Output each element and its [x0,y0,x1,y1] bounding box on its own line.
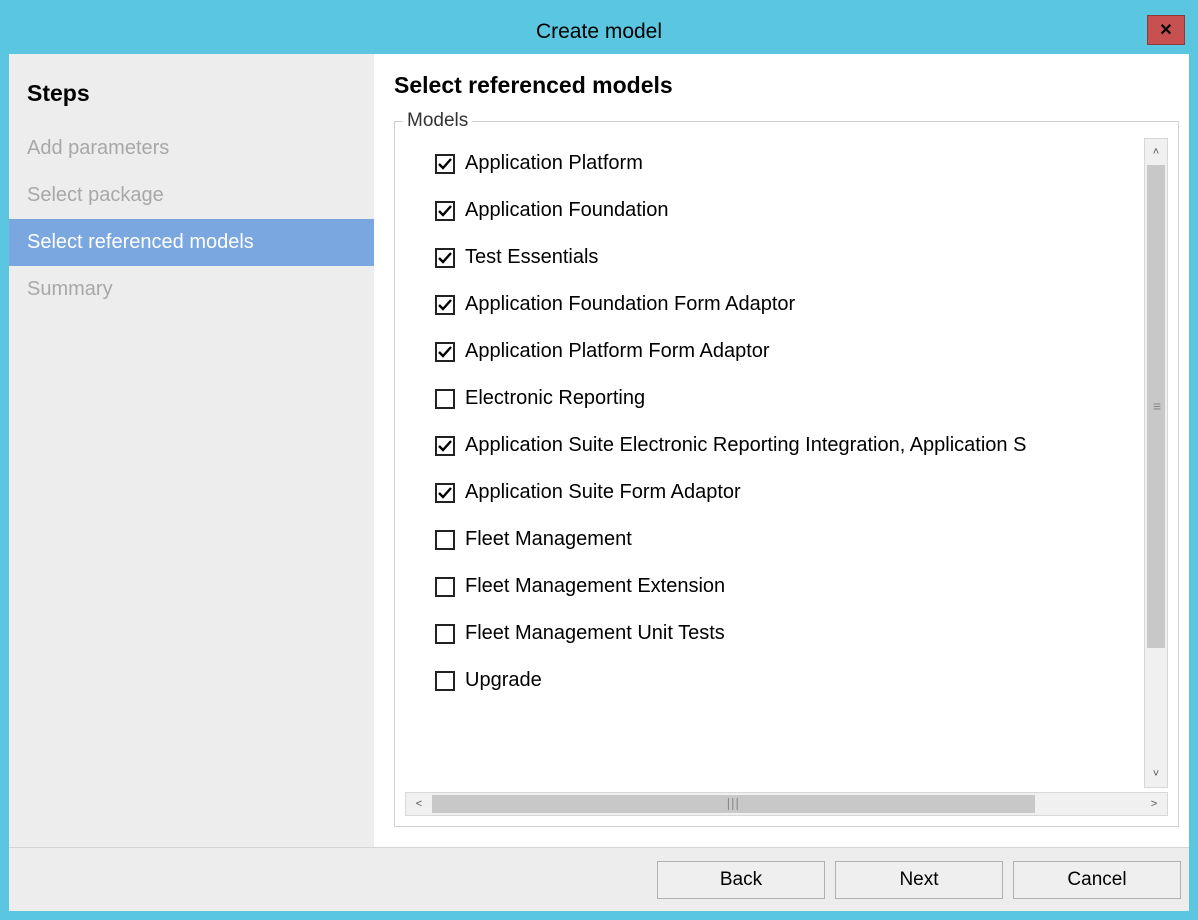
sidebar-step[interactable]: Summary [9,266,374,313]
model-row: Fleet Management Unit Tests [435,610,1144,657]
check-icon [437,485,453,501]
cancel-button[interactable]: Cancel [1013,861,1181,899]
check-icon [437,297,453,313]
chevron-up-icon: ˄ [1153,146,1159,158]
model-label: Application Platform Form Adaptor [465,340,770,363]
check-icon [437,344,453,360]
check-icon [437,438,453,454]
hscroll-track[interactable]: ||| [432,793,1141,815]
model-checkbox[interactable] [435,624,455,644]
model-row: Application Suite Form Adaptor [435,469,1144,516]
model-label: Upgrade [465,669,542,692]
chevron-down-icon: ˅ [1153,768,1159,780]
sidebar-title: Steps [9,72,374,125]
sidebar-step[interactable]: Select referenced models [9,219,374,266]
model-checkbox[interactable] [435,201,455,221]
sidebar-step-label: Select referenced models [27,231,254,253]
model-checkbox[interactable] [435,295,455,315]
model-label: Fleet Management [465,528,632,551]
dialog-footer: Back Next Cancel [9,847,1189,911]
chevron-right-icon: > [1151,798,1157,810]
chevron-left-icon: < [416,798,422,810]
model-row: Test Essentials [435,234,1144,281]
scroll-up-button[interactable]: ˄ [1145,139,1167,165]
sidebar-step-label: Select package [27,184,164,206]
titlebar: Create model ✕ [9,9,1189,54]
sidebar-step[interactable]: Select package [9,172,374,219]
model-label: Application Foundation Form Adaptor [465,293,795,316]
models-list-viewport: Application Platform Application Foundati… [405,138,1168,788]
horizontal-scrollbar[interactable]: < ||| > [405,792,1168,816]
check-icon [437,250,453,266]
model-row: Application Suite Electronic Reporting I… [435,422,1144,469]
model-label: Application Platform [465,152,643,175]
scroll-grip-icon: ≡ [1153,398,1159,414]
page-title: Select referenced models [394,72,1179,99]
vscroll-track[interactable]: ≡ [1145,165,1167,761]
main-panel: Select referenced models Models Applicat… [374,54,1189,847]
close-button[interactable]: ✕ [1147,15,1185,45]
scroll-grip-icon: ||| [727,796,740,811]
model-label: Application Foundation [465,199,668,222]
check-icon [437,203,453,219]
model-label: Fleet Management Extension [465,575,725,598]
model-row: Upgrade [435,657,1144,704]
model-label: Application Suite Form Adaptor [465,481,741,504]
model-checkbox[interactable] [435,436,455,456]
model-label: Electronic Reporting [465,387,645,410]
model-row: Electronic Reporting [435,375,1144,422]
models-group: Models Application PlatformApplication F… [394,121,1179,827]
close-icon: ✕ [1159,20,1172,40]
dialog-window: Create model ✕ Steps Add parameters Selec… [8,8,1190,912]
next-button[interactable]: Next [835,861,1003,899]
model-row: Application Foundation Form Adaptor [435,281,1144,328]
model-row: Application Platform Form Adaptor [435,328,1144,375]
steps-sidebar: Steps Add parameters Select package Select… [9,54,374,847]
vscroll-thumb[interactable]: ≡ [1147,165,1165,648]
scroll-left-button[interactable]: < [406,793,432,815]
model-checkbox[interactable] [435,389,455,409]
model-checkbox[interactable] [435,342,455,362]
sidebar-step[interactable]: Add parameters [9,125,374,172]
model-checkbox[interactable] [435,530,455,550]
scroll-down-button[interactable]: ˅ [1145,761,1167,787]
model-row: Application Foundation [435,187,1144,234]
dialog-body: Steps Add parameters Select package Select… [9,54,1189,847]
sidebar-step-label: Add parameters [27,137,169,159]
model-label: Fleet Management Unit Tests [465,622,725,645]
model-row: Fleet Management Extension [435,563,1144,610]
models-group-label: Models [403,110,472,132]
model-row: Application Platform [435,140,1144,187]
sidebar-step-label: Summary [27,278,113,300]
vertical-scrollbar[interactable]: ˄ ≡ ˅ [1144,138,1168,788]
back-button[interactable]: Back [657,861,825,899]
model-label: Application Suite Electronic Reporting I… [465,434,1026,457]
window-title: Create model [536,20,662,44]
model-checkbox[interactable] [435,671,455,691]
model-checkbox[interactable] [435,154,455,174]
model-checkbox[interactable] [435,483,455,503]
model-checkbox[interactable] [435,248,455,268]
model-row: Fleet Management [435,516,1144,563]
hscroll-thumb[interactable]: ||| [432,795,1035,813]
models-list: Application Platform Application Foundati… [405,138,1144,788]
check-icon [437,156,453,172]
scroll-right-button[interactable]: > [1141,793,1167,815]
model-checkbox[interactable] [435,577,455,597]
model-label: Test Essentials [465,246,598,269]
